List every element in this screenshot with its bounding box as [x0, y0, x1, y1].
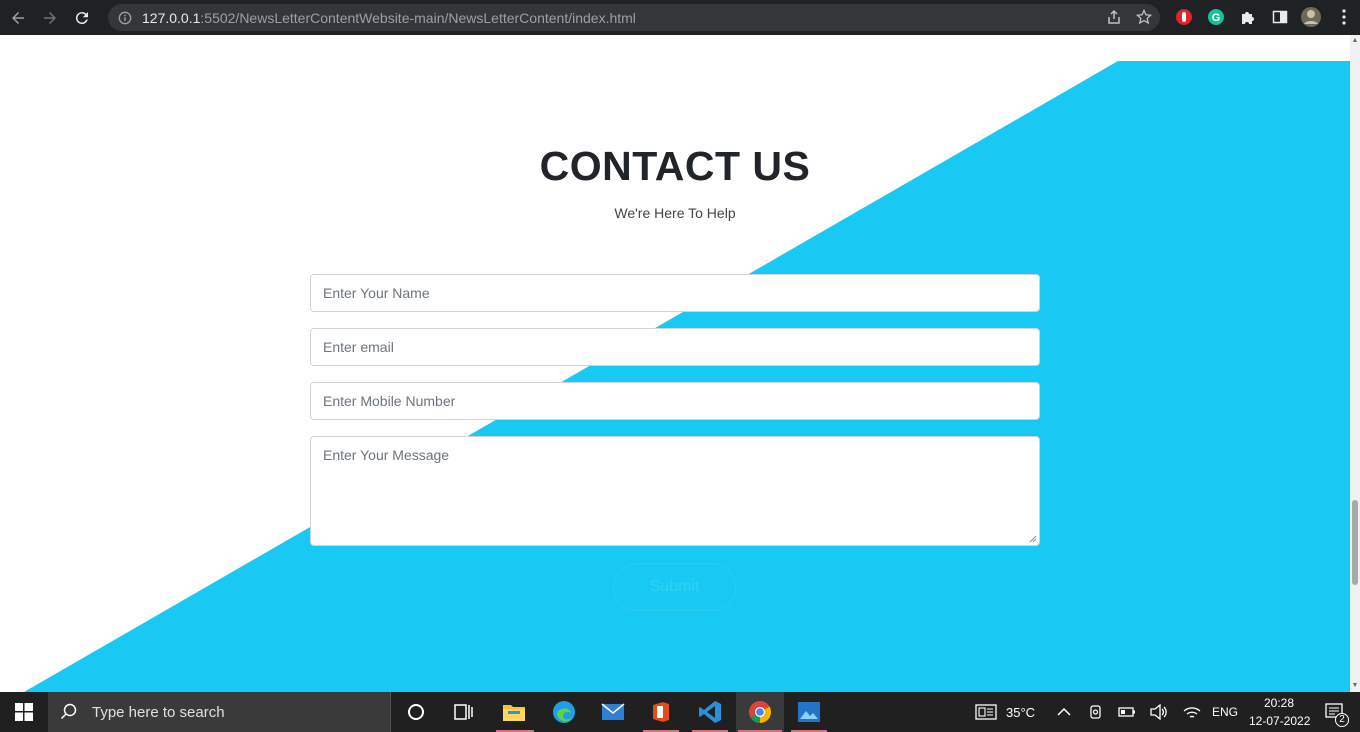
page-scrollbar[interactable]: ▲ ▼ [1350, 35, 1360, 692]
profile-avatar[interactable] [1300, 6, 1322, 28]
photos-icon[interactable] [797, 700, 821, 724]
submit-button[interactable]: Submit [613, 563, 736, 611]
resize-handle-icon[interactable] [1029, 535, 1037, 543]
taskbar-search-placeholder: Type here to search [92, 703, 225, 721]
extension-red-icon[interactable] [1173, 6, 1195, 28]
name-input[interactable]: Enter Your Name [310, 274, 1040, 312]
chrome-icon[interactable] [748, 700, 772, 724]
browser-toolbar: 127.0.0.1:5502/NewsLetterContentWebsite-… [0, 0, 1360, 35]
message-placeholder: Enter Your Message [323, 447, 450, 463]
reload-icon[interactable] [68, 4, 96, 32]
scroll-down-icon[interactable]: ▼ [1351, 682, 1359, 690]
notification-count-badge: 2 [1335, 713, 1349, 727]
language-indicator[interactable]: ENG [1212, 705, 1238, 719]
scroll-up-icon[interactable]: ▲ [1351, 37, 1359, 45]
mobile-input[interactable]: Enter Mobile Number [310, 382, 1040, 420]
news-weather-icon[interactable] [974, 700, 998, 724]
cortana-icon[interactable] [404, 700, 428, 724]
email-input[interactable]: Enter email [310, 328, 1040, 366]
clock-date[interactable]: 12-07-2022 [1249, 714, 1310, 728]
clock-time[interactable]: 20:28 [1264, 696, 1294, 710]
page-subtitle: We're Here To Help [614, 205, 736, 221]
search-icon [60, 703, 77, 720]
bookmark-star-icon[interactable] [1136, 9, 1152, 25]
page-title: CONTACT US [539, 143, 811, 189]
weather-temperature[interactable]: 35°C [1006, 705, 1035, 720]
back-icon[interactable] [4, 4, 32, 32]
mail-icon[interactable] [601, 700, 625, 724]
file-explorer-icon[interactable] [502, 700, 526, 724]
message-textarea[interactable]: Enter Your Message [310, 436, 1040, 546]
side-panel-icon[interactable] [1269, 6, 1291, 28]
contact-section: CONTACT US We're Here To Help Enter Your… [0, 35, 1350, 692]
extensions-puzzle-icon[interactable] [1237, 6, 1259, 28]
taskbar-search-box[interactable]: Type here to search [48, 692, 391, 732]
scrollbar-thumb[interactable] [1352, 500, 1358, 585]
grammarly-icon[interactable]: G [1205, 6, 1227, 28]
site-info-icon[interactable] [118, 11, 132, 25]
chrome-menu-icon[interactable] [1333, 6, 1355, 28]
office-icon[interactable] [649, 700, 673, 724]
windows-taskbar: Type here to search 35°C ENG 20:28 12-07… [0, 692, 1360, 732]
vscode-icon[interactable] [698, 700, 722, 724]
meet-now-icon[interactable] [1084, 700, 1108, 724]
edge-icon[interactable] [552, 700, 576, 724]
show-hidden-icons-chevron-icon[interactable] [1052, 700, 1076, 724]
battery-icon[interactable] [1115, 700, 1139, 724]
task-view-icon[interactable] [452, 700, 476, 724]
windows-start-icon[interactable] [12, 700, 36, 724]
volume-icon[interactable] [1147, 700, 1171, 724]
share-icon[interactable] [1106, 9, 1122, 25]
address-bar[interactable]: 127.0.0.1:5502/NewsLetterContentWebsite-… [108, 4, 1160, 31]
wifi-icon[interactable] [1180, 700, 1204, 724]
forward-icon[interactable] [36, 4, 64, 32]
url-text: 127.0.0.1:5502/NewsLetterContentWebsite-… [142, 9, 636, 26]
svg-text:G: G [1212, 12, 1221, 24]
